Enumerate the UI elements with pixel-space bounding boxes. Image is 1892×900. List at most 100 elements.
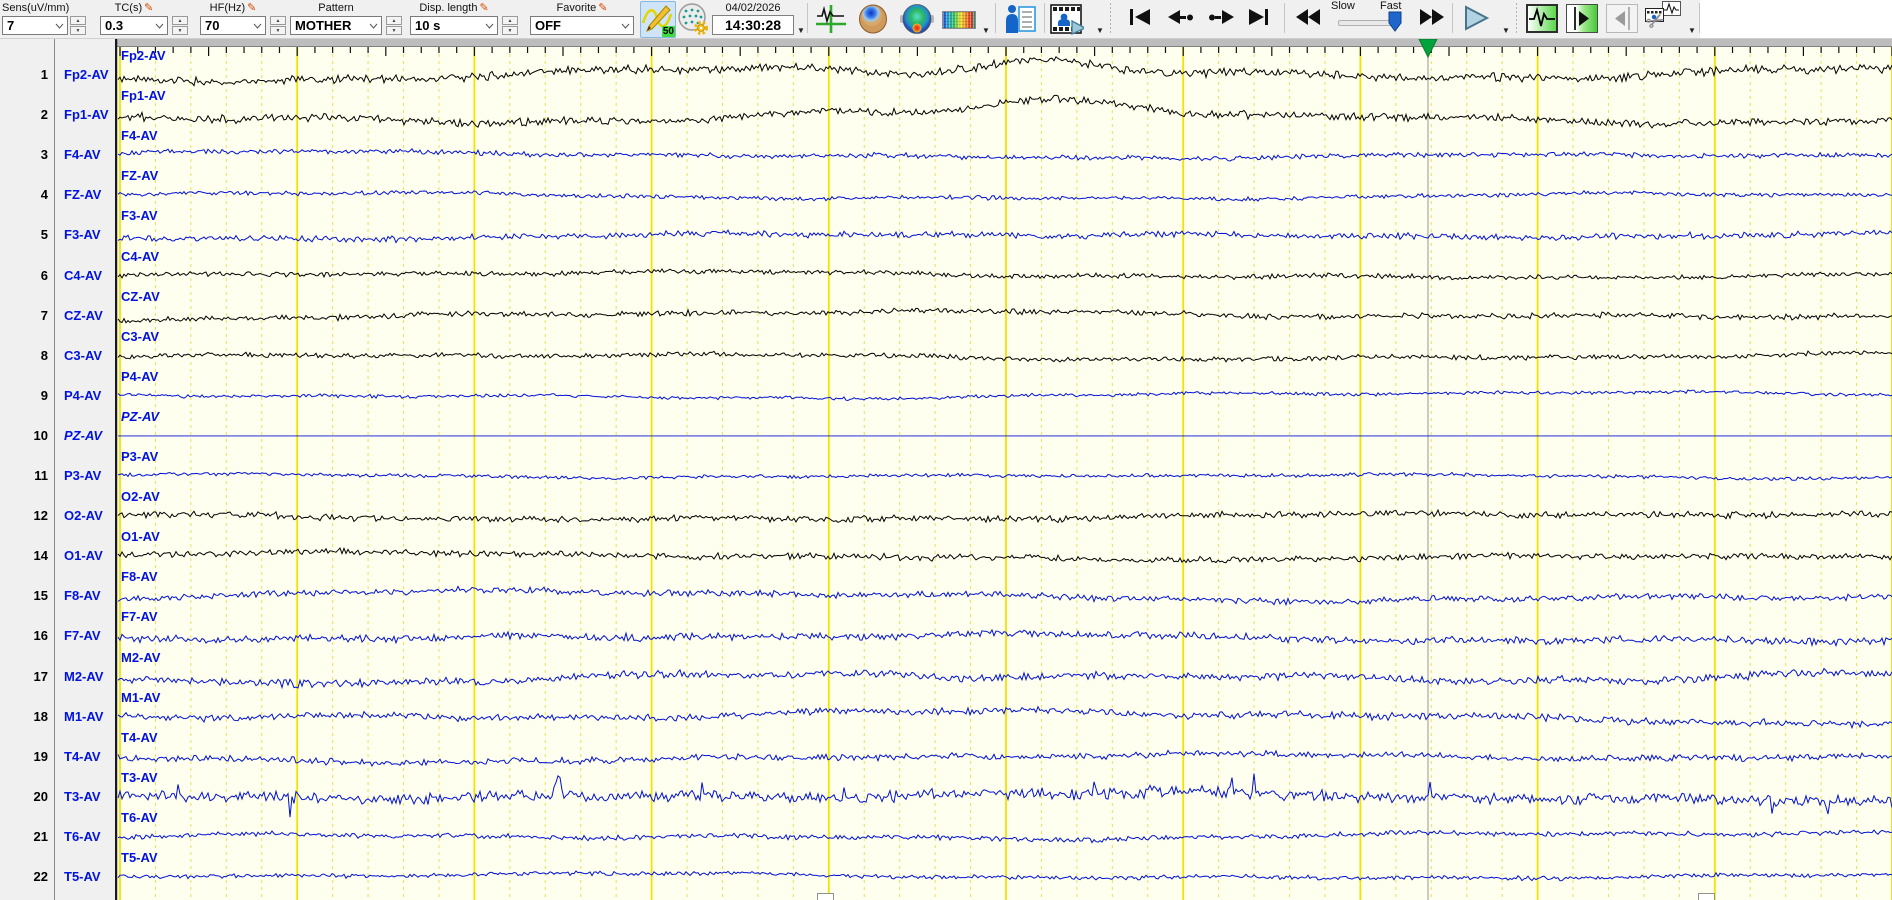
current-time[interactable]: 14:30:28 xyxy=(712,15,794,35)
dsa-spectrogram-button[interactable] xyxy=(942,11,976,29)
spin-up-button[interactable]: ▲ xyxy=(70,16,86,25)
spin-up-button[interactable]: ▲ xyxy=(386,16,402,25)
chevron-down-icon xyxy=(369,23,378,29)
channel-label[interactable]: F7-AV xyxy=(64,626,101,646)
eeg-review-window: Sens(uV/mm) 7 ▲ ▼ TC(s) ✎ 0.3 ▲ ▼ HF(Hz) ✎ xyxy=(0,0,1892,900)
dropdown-arrow-icon[interactable]: ▼ xyxy=(1096,26,1104,35)
trace-label: T6-AV xyxy=(121,809,158,825)
channel-label[interactable]: P4-AV xyxy=(64,386,101,406)
trace-label: Fp1-AV xyxy=(121,88,166,104)
patient-info-button[interactable] xyxy=(1004,2,1038,36)
channel-row: 12 O2-AV xyxy=(0,506,115,526)
channel-label[interactable]: O1-AV xyxy=(64,546,103,566)
toolbar-empty-panel xyxy=(1700,0,1892,38)
dropdown-arrow-icon[interactable]: ▼ xyxy=(982,26,990,35)
spin-down-button[interactable]: ▼ xyxy=(270,26,286,35)
channel-label[interactable]: FZ-AV xyxy=(64,185,101,205)
tc-select[interactable]: 0.3 xyxy=(100,16,168,35)
channel-row: 5 F3-AV xyxy=(0,225,115,245)
channel-number: 2 xyxy=(40,107,48,123)
fast-forward-button[interactable] xyxy=(1416,6,1446,33)
channel-label[interactable]: Fp2-AV xyxy=(64,65,109,85)
annotation-marker xyxy=(817,893,834,900)
channel-label[interactable]: T3-AV xyxy=(64,787,101,807)
chevron-down-icon xyxy=(621,23,630,29)
spin-down-button[interactable]: ▼ xyxy=(70,26,86,35)
skip-to-end-button[interactable] xyxy=(1246,6,1272,33)
speed-slow-label: Slow xyxy=(1331,0,1355,12)
sensitivity-select[interactable]: 7 xyxy=(2,16,68,35)
spin-down-button[interactable]: ▼ xyxy=(386,26,402,35)
channel-row: 4 FZ-AV xyxy=(0,185,115,205)
channel-row: 1 Fp2-AV xyxy=(0,65,115,85)
brain-map-button[interactable] xyxy=(856,2,890,36)
trace-label: T3-AV xyxy=(121,769,158,785)
edit-pencil-icon[interactable]: ✎ xyxy=(598,2,607,14)
spin-up-button[interactable]: ▲ xyxy=(502,16,518,25)
channel-label[interactable]: M1-AV xyxy=(64,707,103,727)
hf-select[interactable]: 70 xyxy=(200,16,266,35)
edit-pencil-icon[interactable]: ✎ xyxy=(247,2,256,14)
channel-label[interactable]: C3-AV xyxy=(64,346,102,366)
channel-number: 17 xyxy=(33,668,48,684)
favorite-select[interactable]: OFF xyxy=(530,16,634,35)
trace-label: C3-AV xyxy=(121,328,160,344)
montage-settings-button[interactable] xyxy=(676,2,710,36)
speed-slider-handle[interactable] xyxy=(1388,11,1402,32)
channel-label[interactable]: T4-AV xyxy=(64,747,101,767)
channel-number: 3 xyxy=(40,147,48,163)
channel-number: 9 xyxy=(40,387,48,403)
channel-label[interactable]: C4-AV xyxy=(64,266,102,286)
channel-label[interactable]: CZ-AV xyxy=(64,306,103,326)
pattern-select[interactable]: MOTHER xyxy=(290,16,382,35)
dropdown-arrow-icon[interactable]: ▼ xyxy=(1502,26,1510,35)
channel-label[interactable]: F3-AV xyxy=(64,225,101,245)
display-length-select[interactable]: 10 s xyxy=(410,16,498,35)
dropdown-arrow-icon[interactable]: ▼ xyxy=(797,26,805,35)
current-date: 04/02/2026 xyxy=(725,2,781,14)
favorite-label: Favorite ✎ xyxy=(556,2,608,14)
channel-number: 14 xyxy=(33,548,48,564)
event-marker-button[interactable] xyxy=(814,2,848,36)
play-button[interactable] xyxy=(1462,5,1490,36)
step-forward-button[interactable] xyxy=(1206,6,1236,33)
eeg-trace-area[interactable] xyxy=(0,0,1892,900)
skip-to-start-button[interactable] xyxy=(1128,6,1154,33)
channel-label[interactable]: M2-AV xyxy=(64,667,103,687)
channel-label[interactable]: Fp1-AV xyxy=(64,105,109,125)
channel-label[interactable]: F8-AV xyxy=(64,586,101,606)
rewind-button[interactable] xyxy=(1294,6,1324,33)
review-back-mode-button[interactable] xyxy=(1606,4,1638,33)
edit-pencil-icon[interactable]: ✎ xyxy=(479,2,488,14)
channel-number: 7 xyxy=(40,307,48,323)
trace-label: O1-AV xyxy=(121,529,160,545)
video-clip-button[interactable]: ✂ xyxy=(1643,1,1683,37)
spin-down-button[interactable]: ▼ xyxy=(502,26,518,35)
channel-row: 20 T3-AV xyxy=(0,787,115,807)
topo-map-button[interactable] xyxy=(900,2,934,36)
pattern-label: Pattern xyxy=(318,2,354,14)
trace-label: P4-AV xyxy=(121,368,159,384)
trace-label: FZ-AV xyxy=(121,168,159,184)
step-back-button[interactable] xyxy=(1166,6,1196,33)
channel-number: 20 xyxy=(33,788,48,804)
favorite-value: OFF xyxy=(535,18,561,33)
channel-label[interactable]: O2-AV xyxy=(64,506,103,526)
spin-up-button[interactable]: ▲ xyxy=(270,16,286,25)
video-button[interactable] xyxy=(1050,2,1084,36)
ac-filter-button[interactable]: 50 xyxy=(640,1,676,38)
channel-label[interactable]: T5-AV xyxy=(64,867,101,887)
trace-label: M1-AV xyxy=(121,689,161,705)
spin-up-button[interactable]: ▲ xyxy=(172,16,188,25)
spin-down-button[interactable]: ▼ xyxy=(172,26,188,35)
trace-label: Fp2-AV xyxy=(121,48,166,63)
channel-row: 14 O1-AV xyxy=(0,546,115,566)
channel-label[interactable]: P3-AV xyxy=(64,466,101,486)
dropdown-arrow-icon[interactable]: ▼ xyxy=(1688,26,1696,35)
channel-label[interactable]: F4-AV xyxy=(64,145,101,165)
channel-label[interactable]: PZ-AV xyxy=(64,426,102,446)
edit-pencil-icon[interactable]: ✎ xyxy=(144,2,153,14)
channel-label[interactable]: T6-AV xyxy=(64,827,101,847)
review-wave-mode-button[interactable] xyxy=(1526,4,1558,33)
review-play-mode-button[interactable] xyxy=(1566,4,1598,33)
